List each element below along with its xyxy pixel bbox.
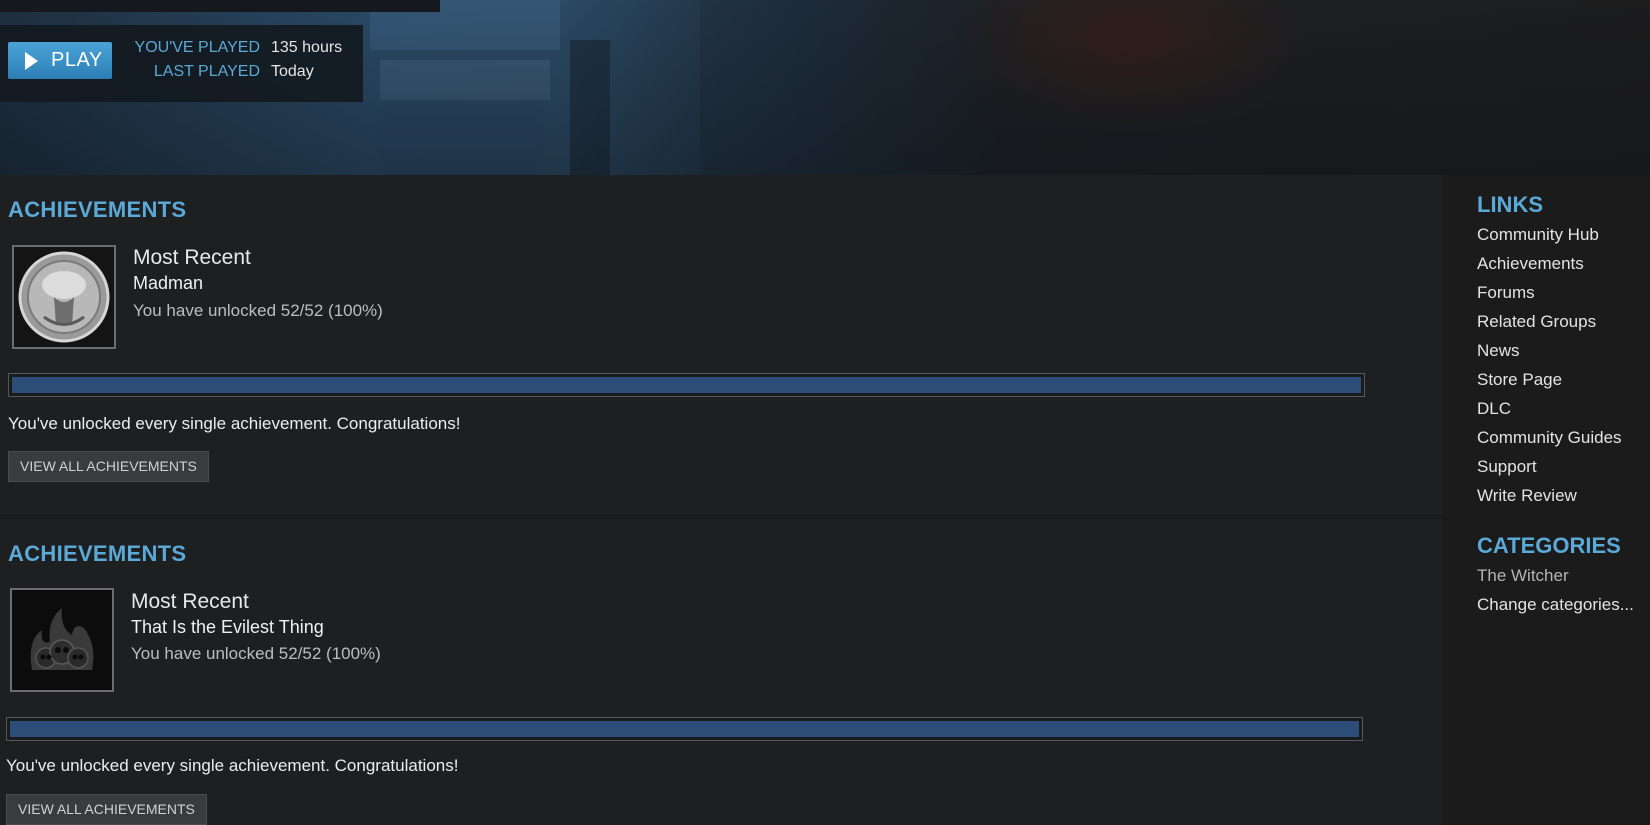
link-news[interactable]: News	[1477, 341, 1520, 361]
link-dlc[interactable]: DLC	[1477, 399, 1511, 419]
played-time-row: YOU'VE PLAYED 135 hours	[127, 39, 367, 57]
play-button-label: PLAY	[51, 49, 103, 71]
game-hero-banner: PLAY YOU'VE PLAYED 135 hours LAST PLAYED T…	[0, 0, 1650, 175]
achievement-progress-bar	[8, 373, 1365, 397]
category-the-witcher[interactable]: The Witcher	[1477, 566, 1569, 586]
hero-top-strip	[0, 0, 440, 12]
view-all-achievements-button[interactable]: VIEW ALL ACHIEVEMENTS	[8, 451, 209, 482]
change-categories-link[interactable]: Change categories...	[1477, 595, 1634, 615]
link-write-review[interactable]: Write Review	[1477, 486, 1577, 506]
most-recent-label: Most Recent	[133, 246, 251, 269]
achievements-title: ACHIEVEMENTS	[8, 197, 187, 222]
link-support[interactable]: Support	[1477, 457, 1537, 477]
achievement-progress-text: You have unlocked 52/52 (100%)	[131, 644, 381, 663]
silver-medallion-icon	[12, 245, 116, 349]
achievements-panel: ACHIEVEMENTS Most Recent That Is the Evi…	[0, 519, 1443, 825]
played-time-value: 135 hours	[271, 39, 343, 56]
progress-bar-fill	[10, 721, 1359, 737]
played-time-label: YOU'VE PLAYED	[134, 39, 260, 56]
achievement-name: That Is the Evilest Thing	[131, 617, 324, 637]
links-title: LINKS	[1477, 192, 1543, 217]
view-all-achievements-button[interactable]: VIEW ALL ACHIEVEMENTS	[6, 794, 207, 825]
achievement-progress-text: You have unlocked 52/52 (100%)	[133, 301, 383, 320]
last-played-row: LAST PLAYED Today	[127, 63, 367, 81]
link-store-page[interactable]: Store Page	[1477, 370, 1562, 390]
play-button[interactable]: PLAY	[8, 42, 112, 79]
categories-title: CATEGORIES	[1477, 533, 1621, 558]
link-related-groups[interactable]: Related Groups	[1477, 312, 1596, 332]
link-community-hub[interactable]: Community Hub	[1477, 225, 1599, 245]
most-recent-label: Most Recent	[131, 590, 249, 613]
last-played-value: Today	[271, 63, 314, 80]
congratulations-message: You've unlocked every single achievement…	[8, 414, 461, 433]
link-forums[interactable]: Forums	[1477, 283, 1535, 303]
progress-bar-fill	[12, 377, 1361, 393]
achievements-panel: ACHIEVEMENTS Most Recent Madman You have…	[0, 175, 1443, 515]
link-achievements[interactable]: Achievements	[1477, 254, 1584, 274]
play-info-box: PLAY YOU'VE PLAYED 135 hours LAST PLAYED T…	[0, 25, 363, 102]
achievement-progress-bar	[6, 717, 1363, 741]
link-community-guides[interactable]: Community Guides	[1477, 428, 1622, 448]
play-icon	[25, 51, 38, 70]
last-played-label: LAST PLAYED	[153, 63, 260, 80]
flaming-skulls-icon	[10, 588, 114, 692]
achievement-name: Madman	[133, 273, 204, 293]
achievements-title: ACHIEVEMENTS	[8, 541, 187, 566]
congratulations-message: You've unlocked every single achievement…	[6, 756, 459, 775]
